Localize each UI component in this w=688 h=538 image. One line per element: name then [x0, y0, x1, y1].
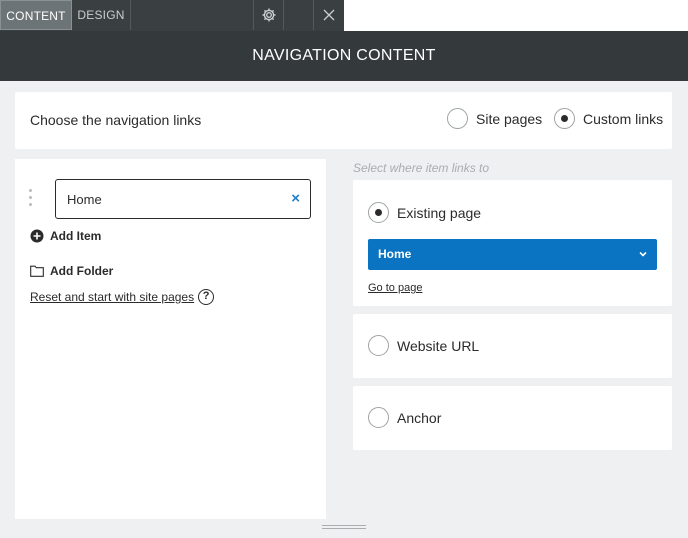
site-pages-label: Site pages [476, 110, 543, 127]
existing-page-card: Existing page Home Go to page [353, 180, 672, 306]
drag-handle-icon[interactable] [29, 189, 33, 211]
page-title: NAVIGATION CONTENT [252, 47, 436, 64]
nav-item-label: Home [67, 192, 102, 207]
x-icon[interactable]: × [291, 190, 300, 208]
chevron-down-icon [639, 251, 647, 257]
nav-item-home[interactable]: Home × [55, 179, 311, 219]
custom-links-label: Custom links [583, 110, 664, 127]
anchor-card: Anchor [353, 386, 672, 450]
add-item-label: Add Item [50, 229, 102, 243]
tab-design[interactable]: DESIGN [72, 0, 131, 30]
link-source-label: Choose the navigation links [30, 112, 202, 128]
link-target-hint: Select where item links to [353, 161, 490, 175]
panel-body: Choose the navigation links Site pages C… [0, 81, 688, 538]
panel-header: NAVIGATION CONTENT [0, 31, 688, 81]
anchor-radio[interactable] [368, 407, 389, 428]
anchor-label: Anchor [397, 409, 442, 426]
existing-page-option[interactable]: Existing page [368, 202, 481, 223]
existing-page-label: Existing page [397, 204, 482, 221]
website-url-option[interactable]: Website URL [368, 335, 479, 356]
folder-icon [30, 265, 44, 277]
add-folder-button[interactable]: Add Folder [30, 264, 113, 278]
add-item-button[interactable]: Add Item [30, 229, 101, 243]
add-folder-label: Add Folder [50, 264, 114, 278]
site-pages-radio[interactable] [447, 108, 468, 129]
page-select-value: Home [378, 247, 412, 261]
tab-content[interactable]: CONTENT [0, 0, 72, 30]
link-source-card: Choose the navigation links Site pages C… [15, 92, 672, 149]
toolbar-blank-button[interactable] [283, 0, 313, 30]
reset-row: Reset and start with site pages ? [30, 289, 215, 305]
custom-links-option[interactable]: Custom links [554, 108, 663, 129]
anchor-option[interactable]: Anchor [368, 407, 441, 428]
resize-grip[interactable] [322, 525, 366, 531]
gear-icon [262, 8, 275, 22]
website-url-label: Website URL [397, 337, 480, 354]
settings-button[interactable] [253, 0, 283, 30]
reset-link[interactable]: Reset and start with site pages [30, 290, 194, 304]
nav-items-panel: Home × Add Item Add Folder Reset and sta… [15, 159, 326, 519]
close-button[interactable] [313, 0, 344, 30]
website-url-card: Website URL [353, 314, 672, 378]
custom-links-radio[interactable] [554, 108, 575, 129]
go-to-page-link[interactable]: Go to page [368, 282, 422, 294]
existing-page-radio[interactable] [368, 202, 389, 223]
question-circle-icon[interactable]: ? [198, 289, 215, 305]
close-icon [323, 9, 335, 21]
tab-bar: CONTENT DESIGN [0, 0, 344, 31]
site-pages-option[interactable]: Site pages [447, 108, 542, 129]
website-url-radio[interactable] [368, 335, 389, 356]
page-select[interactable]: Home [368, 239, 657, 270]
plus-circle-icon [30, 229, 44, 243]
